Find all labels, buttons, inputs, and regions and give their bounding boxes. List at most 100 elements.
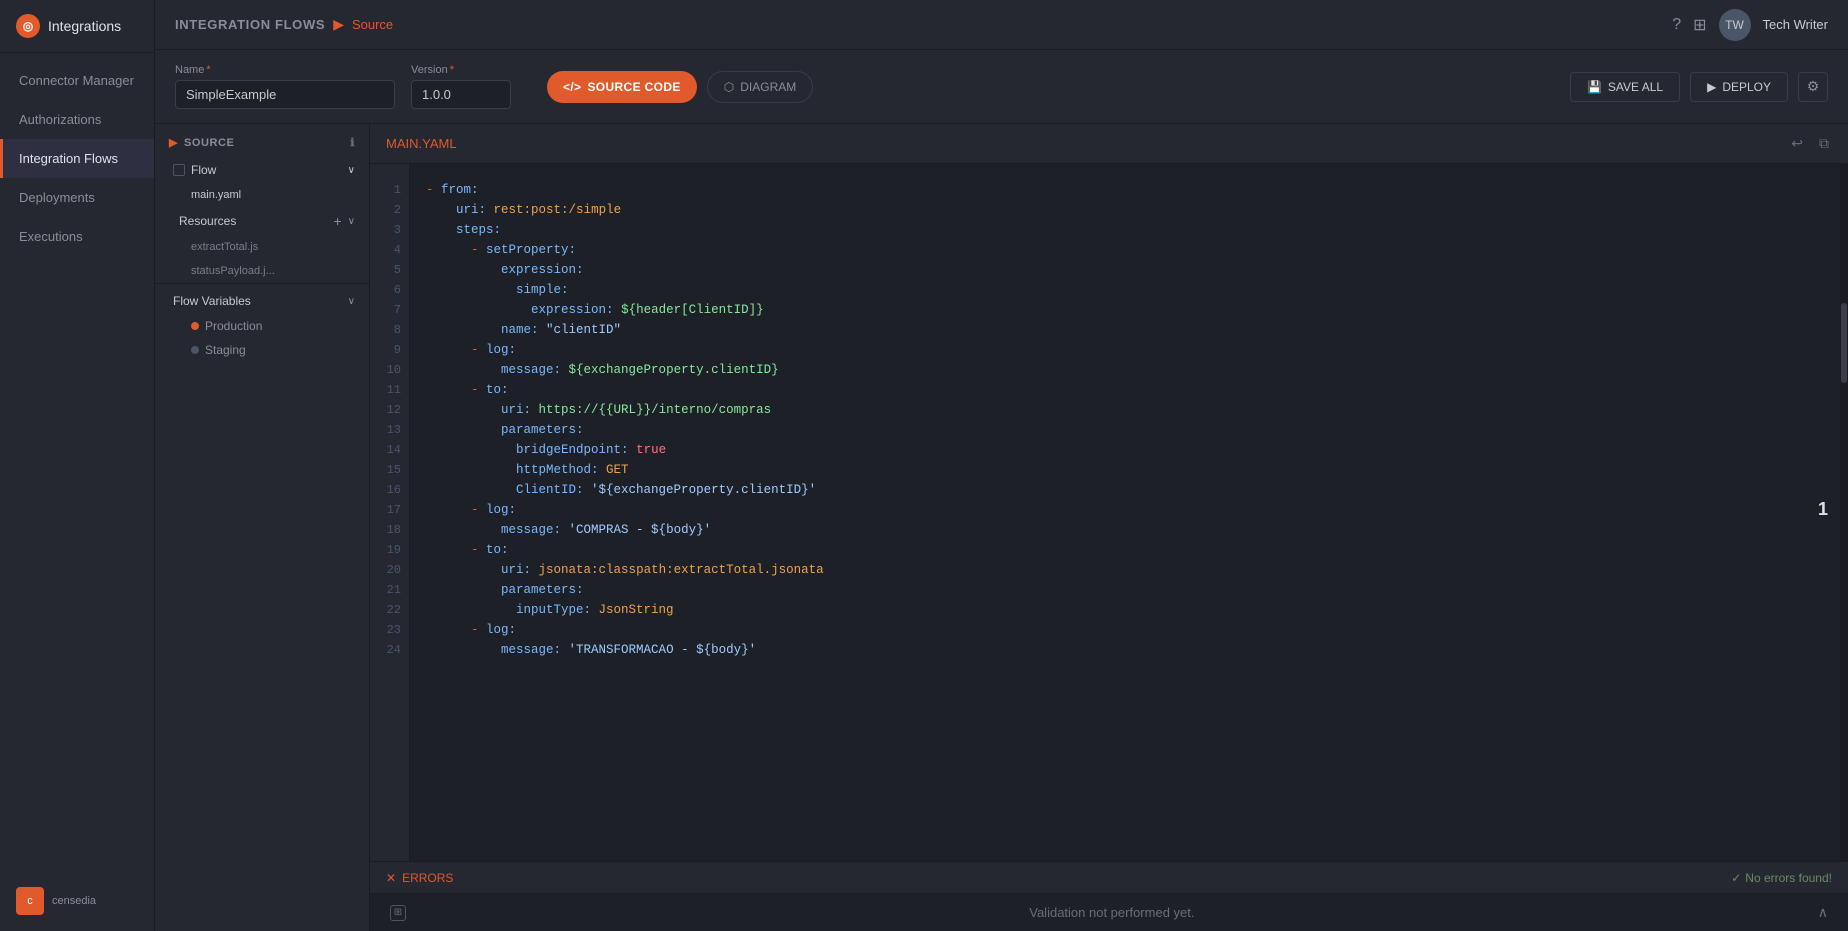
sidebar-item-integration-flows[interactable]: Integration Flows [0, 139, 154, 178]
code-line-17: - log: [426, 500, 1824, 520]
header-form: Name* Version* </> SOURCE CODE ⬡ DIAGRAM… [155, 50, 1848, 124]
grid-icon[interactable]: ⊞ [1693, 15, 1706, 35]
diagram-button[interactable]: ⬡ DIAGRAM [707, 71, 814, 103]
code-line-16: ClientID: '${exchangeProperty.clientID}' [426, 480, 1824, 500]
version-field-group: Version* [411, 64, 511, 109]
settings-icon-button[interactable]: ⚙ [1798, 72, 1828, 102]
code-line-12: uri: https://{{URL}}/interno/compras [426, 400, 1824, 420]
line-num-23: 23 [387, 620, 401, 640]
code-line-2: uri: rest:post:/simple [426, 200, 1824, 220]
code-line-14: bridgeEndpoint: true [426, 440, 1824, 460]
deploy-icon: ▶ [1707, 80, 1716, 94]
sidebar-nav: Connector Manager Authorizations Integra… [0, 53, 154, 871]
gear-icon: ⚙ [1807, 78, 1820, 95]
no-errors-status: ✓ No errors found! [1731, 871, 1832, 885]
code-line-4: - setProperty: [426, 240, 1824, 260]
sidebar: ◎ Integrations Connector Manager Authori… [0, 0, 155, 931]
deploy-button[interactable]: ▶ DEPLOY [1690, 72, 1788, 102]
line-num-1: 1 [394, 180, 401, 200]
left-panel: ▶ SOURCE ℹ Flow ∨ main.yaml Resources + … [155, 124, 370, 931]
line-num-18: 18 [387, 520, 401, 540]
help-icon[interactable]: ? [1672, 16, 1681, 34]
code-line-1: - from: [426, 180, 1824, 200]
code-line-19: - to: [426, 540, 1824, 560]
sidebar-logo[interactable]: ◎ Integrations [0, 0, 154, 53]
action-buttons: 💾 SAVE ALL ▶ DEPLOY ⚙ [1570, 72, 1828, 102]
resource-file-2[interactable]: statusPayload.j... [155, 259, 369, 283]
code-line-8: name: "clientID" [426, 320, 1824, 340]
resources-folder[interactable]: Resources + ∨ [155, 207, 369, 235]
code-line-24: message: 'TRANSFORMACAO - ${body}' [426, 640, 1824, 660]
editor-filename: MAIN.YAML [386, 136, 457, 151]
save-all-button[interactable]: 💾 SAVE ALL [1570, 72, 1680, 102]
flow-vars-chevron-icon: ∨ [348, 296, 355, 307]
staging-dot-icon [191, 346, 199, 354]
code-line-15: httpMethod: GET [426, 460, 1824, 480]
version-input[interactable] [411, 80, 511, 109]
line-num-19: 19 [387, 540, 401, 560]
line-num-17: 17 [387, 500, 401, 520]
version-label: Version* [411, 64, 511, 76]
line-num-8: 8 [394, 320, 401, 340]
line-num-7: 7 [394, 300, 401, 320]
save-icon: 💾 [1587, 80, 1602, 94]
collapse-icon[interactable]: ∧ [1818, 904, 1828, 921]
flow-folder[interactable]: Flow ∨ [155, 157, 369, 183]
line-num-2: 2 [394, 200, 401, 220]
resource-file-1[interactable]: extractTotal.js [155, 235, 369, 259]
sidebar-item-executions[interactable]: Executions [0, 217, 154, 256]
code-line-10: message: ${exchangeProperty.clientID} [426, 360, 1824, 380]
name-label: Name* [175, 64, 395, 76]
copy-icon[interactable]: ⧉ [1816, 132, 1832, 155]
flow-variables-section[interactable]: Flow Variables ∨ [155, 283, 369, 314]
breadcrumb-current: Source [352, 17, 393, 32]
content-area: ▶ SOURCE ℹ Flow ∨ main.yaml Resources + … [155, 124, 1848, 931]
sidebar-item-label: Deployments [19, 190, 95, 205]
code-line-21: parameters: [426, 580, 1824, 600]
sidebar-item-label: Connector Manager [19, 73, 134, 88]
cursor-indicator: 1 [1818, 499, 1828, 520]
check-icon: ✓ [1731, 871, 1741, 885]
line-num-16: 16 [387, 480, 401, 500]
app-logo-icon: ◎ [16, 14, 40, 38]
resources-chevron-icon: ∨ [348, 216, 355, 227]
brand-name: censedia [52, 895, 96, 907]
main-yaml-file[interactable]: main.yaml [155, 183, 369, 207]
line-num-4: 4 [394, 240, 401, 260]
topbar-right: ? ⊞ TW Tech Writer [1672, 9, 1828, 41]
add-resource-icon[interactable]: + [333, 213, 341, 229]
staging-var[interactable]: Staging [155, 338, 369, 362]
expand-icon: ▶ [169, 136, 178, 149]
code-line-11: - to: [426, 380, 1824, 400]
undo-icon[interactable]: ↩ [1788, 132, 1806, 155]
code-line-3: steps: [426, 220, 1824, 240]
flow-checkbox[interactable] [173, 164, 185, 176]
production-var[interactable]: Production [155, 314, 369, 338]
scrollbar-thumb[interactable] [1841, 303, 1847, 383]
code-line-6: simple: [426, 280, 1824, 300]
avatar[interactable]: TW [1719, 9, 1751, 41]
line-numbers: 1 2 3 4 5 6 7 8 9 10 11 12 13 14 15 16 1 [370, 164, 410, 861]
code-line-22: inputType: JsonString [426, 600, 1824, 620]
app-name: Integrations [48, 18, 121, 34]
validation-text: Validation not performed yet. [406, 905, 1818, 920]
editor-scrollbar[interactable] [1840, 164, 1848, 861]
line-num-21: 21 [387, 580, 401, 600]
errors-button[interactable]: ✕ ERRORS [386, 871, 453, 885]
main-content: INTEGRATION FLOWS ▶ Source ? ⊞ TW Tech W… [155, 0, 1848, 931]
code-line-9: - log: [426, 340, 1824, 360]
sidebar-item-authorizations[interactable]: Authorizations [0, 100, 154, 139]
editor-toolbar-right: ↩ ⧉ [1788, 132, 1832, 155]
info-icon[interactable]: ℹ [350, 136, 355, 149]
validation-expand-icon[interactable]: ⊞ [390, 905, 406, 921]
name-input[interactable] [175, 80, 395, 109]
code-line-13: parameters: [426, 420, 1824, 440]
line-num-9: 9 [394, 340, 401, 360]
sidebar-item-connector-manager[interactable]: Connector Manager [0, 61, 154, 100]
sidebar-item-deployments[interactable]: Deployments [0, 178, 154, 217]
diagram-icon: ⬡ [724, 80, 734, 94]
source-code-button[interactable]: </> SOURCE CODE [547, 71, 697, 103]
sidebar-item-label: Authorizations [19, 112, 101, 127]
line-num-6: 6 [394, 280, 401, 300]
code-editor[interactable]: - from: uri: rest:post:/simple steps: - … [410, 164, 1840, 861]
